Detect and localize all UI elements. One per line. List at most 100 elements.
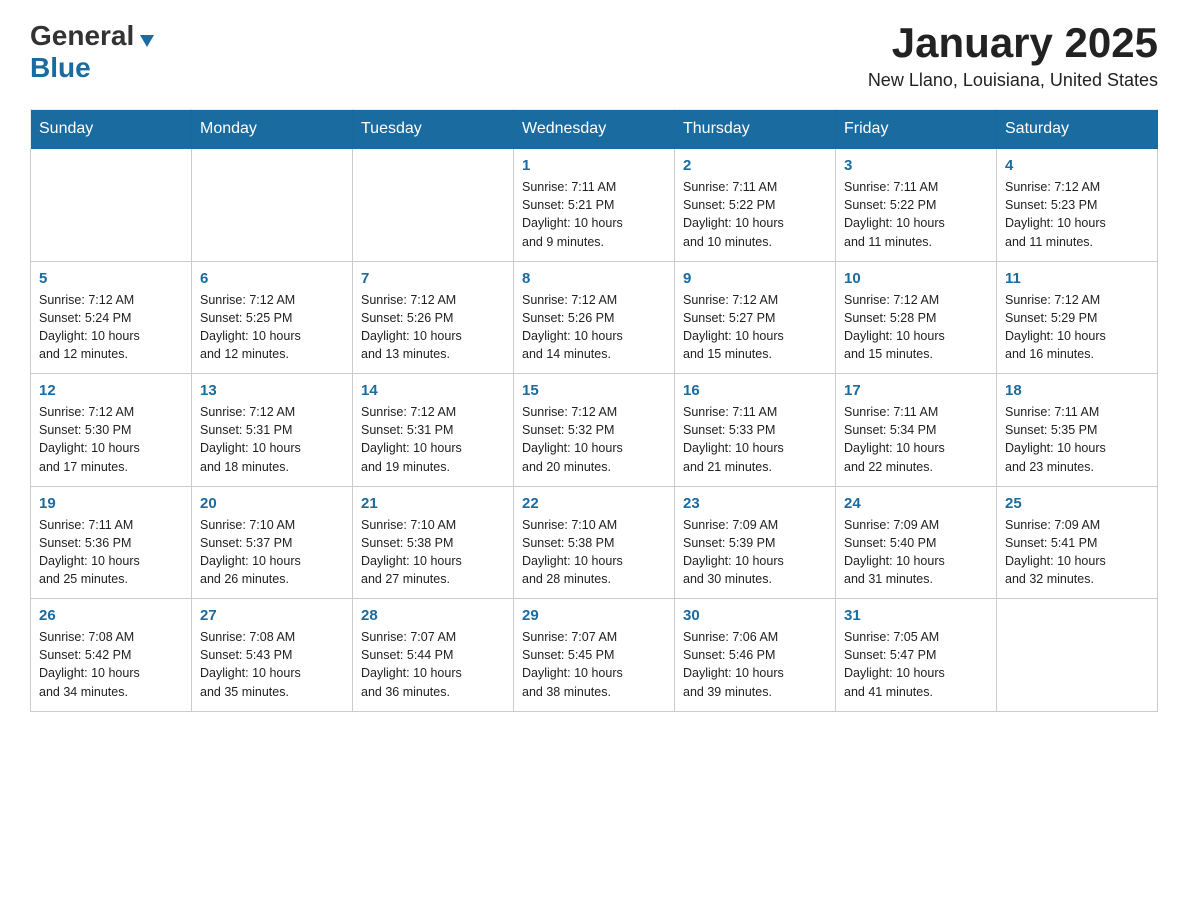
day-info: Sunrise: 7:08 AM Sunset: 5:42 PM Dayligh… bbox=[39, 628, 183, 701]
day-number: 26 bbox=[39, 607, 183, 624]
day-info: Sunrise: 7:06 AM Sunset: 5:46 PM Dayligh… bbox=[683, 628, 827, 701]
day-info: Sunrise: 7:12 AM Sunset: 5:30 PM Dayligh… bbox=[39, 403, 183, 476]
day-info: Sunrise: 7:10 AM Sunset: 5:38 PM Dayligh… bbox=[522, 516, 666, 589]
day-number: 20 bbox=[200, 495, 344, 512]
calendar-day-header-friday: Friday bbox=[836, 110, 997, 149]
page-header: General Blue January 2025 New Llano, Lou… bbox=[30, 20, 1158, 91]
day-number: 15 bbox=[522, 382, 666, 399]
day-number: 16 bbox=[683, 382, 827, 399]
calendar-cell: 6Sunrise: 7:12 AM Sunset: 5:25 PM Daylig… bbox=[192, 261, 353, 374]
day-number: 1 bbox=[522, 157, 666, 174]
day-number: 29 bbox=[522, 607, 666, 624]
day-number: 7 bbox=[361, 270, 505, 287]
calendar-cell: 7Sunrise: 7:12 AM Sunset: 5:26 PM Daylig… bbox=[353, 261, 514, 374]
day-number: 23 bbox=[683, 495, 827, 512]
day-info: Sunrise: 7:12 AM Sunset: 5:23 PM Dayligh… bbox=[1005, 178, 1149, 251]
day-info: Sunrise: 7:12 AM Sunset: 5:32 PM Dayligh… bbox=[522, 403, 666, 476]
calendar-cell: 23Sunrise: 7:09 AM Sunset: 5:39 PM Dayli… bbox=[675, 486, 836, 599]
calendar-cell: 31 Sunrise: 7:05 AM Sunset: 5:47 PM Dayli… bbox=[836, 599, 997, 712]
day-info: Sunrise: 7:11 AM Sunset: 5:33 PM Dayligh… bbox=[683, 403, 827, 476]
day-number: 14 bbox=[361, 382, 505, 399]
calendar-cell: 28 Sunrise: 7:07 AM Sunset: 5:44 PM Dayli… bbox=[353, 599, 514, 712]
day-info: Sunrise: 7:11 AM Sunset: 5:36 PM Dayligh… bbox=[39, 516, 183, 589]
calendar-cell: 11 Sunrise: 7:12 AM Sunset: 5:29 PM Dayli… bbox=[997, 261, 1158, 374]
day-number: 22 bbox=[522, 495, 666, 512]
day-info: Sunrise: 7:10 AM Sunset: 5:37 PM Dayligh… bbox=[200, 516, 344, 589]
calendar-cell: 21 Sunrise: 7:10 AM Sunset: 5:38 PM Dayli… bbox=[353, 486, 514, 599]
day-number: 21 bbox=[361, 495, 505, 512]
day-info: Sunrise: 7:11 AM Sunset: 5:21 PM Dayligh… bbox=[522, 178, 666, 251]
day-info: Sunrise: 7:11 AM Sunset: 5:22 PM Dayligh… bbox=[683, 178, 827, 251]
calendar-cell: 16 Sunrise: 7:11 AM Sunset: 5:33 PM Dayli… bbox=[675, 374, 836, 487]
calendar-week-row: 5 Sunrise: 7:12 AM Sunset: 5:24 PM Daylig… bbox=[31, 261, 1158, 374]
calendar-cell: 4 Sunrise: 7:12 AM Sunset: 5:23 PM Daylig… bbox=[997, 149, 1158, 262]
calendar-cell bbox=[353, 149, 514, 262]
calendar-cell: 19 Sunrise: 7:11 AM Sunset: 5:36 PM Dayli… bbox=[31, 486, 192, 599]
calendar-cell: 13Sunrise: 7:12 AM Sunset: 5:31 PM Dayli… bbox=[192, 374, 353, 487]
day-number: 3 bbox=[844, 157, 988, 174]
day-info: Sunrise: 7:11 AM Sunset: 5:35 PM Dayligh… bbox=[1005, 403, 1149, 476]
day-info: Sunrise: 7:12 AM Sunset: 5:29 PM Dayligh… bbox=[1005, 291, 1149, 364]
calendar-day-header-monday: Monday bbox=[192, 110, 353, 149]
day-info: Sunrise: 7:12 AM Sunset: 5:31 PM Dayligh… bbox=[200, 403, 344, 476]
calendar-day-header-saturday: Saturday bbox=[997, 110, 1158, 149]
calendar-week-row: 26 Sunrise: 7:08 AM Sunset: 5:42 PM Dayli… bbox=[31, 599, 1158, 712]
day-info: Sunrise: 7:07 AM Sunset: 5:44 PM Dayligh… bbox=[361, 628, 505, 701]
calendar-cell: 1 Sunrise: 7:11 AM Sunset: 5:21 PM Daylig… bbox=[514, 149, 675, 262]
calendar-cell: 22 Sunrise: 7:10 AM Sunset: 5:38 PM Dayli… bbox=[514, 486, 675, 599]
day-number: 27 bbox=[200, 607, 344, 624]
calendar-cell: 5 Sunrise: 7:12 AM Sunset: 5:24 PM Daylig… bbox=[31, 261, 192, 374]
day-number: 5 bbox=[39, 270, 183, 287]
day-number: 2 bbox=[683, 157, 827, 174]
day-info: Sunrise: 7:07 AM Sunset: 5:45 PM Dayligh… bbox=[522, 628, 666, 701]
calendar-day-header-sunday: Sunday bbox=[31, 110, 192, 149]
calendar-cell: 2 Sunrise: 7:11 AM Sunset: 5:22 PM Daylig… bbox=[675, 149, 836, 262]
calendar-cell: 27 Sunrise: 7:08 AM Sunset: 5:43 PM Dayli… bbox=[192, 599, 353, 712]
day-number: 11 bbox=[1005, 270, 1149, 287]
day-number: 4 bbox=[1005, 157, 1149, 174]
calendar-cell: 9Sunrise: 7:12 AM Sunset: 5:27 PM Daylig… bbox=[675, 261, 836, 374]
calendar-cell: 15 Sunrise: 7:12 AM Sunset: 5:32 PM Dayli… bbox=[514, 374, 675, 487]
day-number: 28 bbox=[361, 607, 505, 624]
day-info: Sunrise: 7:12 AM Sunset: 5:24 PM Dayligh… bbox=[39, 291, 183, 364]
calendar-week-row: 12 Sunrise: 7:12 AM Sunset: 5:30 PM Dayli… bbox=[31, 374, 1158, 487]
calendar-week-row: 1 Sunrise: 7:11 AM Sunset: 5:21 PM Daylig… bbox=[31, 149, 1158, 262]
calendar-cell: 14 Sunrise: 7:12 AM Sunset: 5:31 PM Dayli… bbox=[353, 374, 514, 487]
calendar-day-header-thursday: Thursday bbox=[675, 110, 836, 149]
logo: General Blue bbox=[30, 20, 156, 84]
day-number: 24 bbox=[844, 495, 988, 512]
calendar-cell: 26 Sunrise: 7:08 AM Sunset: 5:42 PM Dayli… bbox=[31, 599, 192, 712]
day-number: 31 bbox=[844, 607, 988, 624]
calendar-cell bbox=[31, 149, 192, 262]
logo-blue: Blue bbox=[30, 52, 91, 84]
day-info: Sunrise: 7:08 AM Sunset: 5:43 PM Dayligh… bbox=[200, 628, 344, 701]
day-number: 18 bbox=[1005, 382, 1149, 399]
month-title: January 2025 bbox=[868, 20, 1158, 66]
day-number: 19 bbox=[39, 495, 183, 512]
day-number: 9 bbox=[683, 270, 827, 287]
calendar-cell: 3Sunrise: 7:11 AM Sunset: 5:22 PM Daylig… bbox=[836, 149, 997, 262]
day-number: 10 bbox=[844, 270, 988, 287]
day-info: Sunrise: 7:05 AM Sunset: 5:47 PM Dayligh… bbox=[844, 628, 988, 701]
calendar-header-row: SundayMondayTuesdayWednesdayThursdayFrid… bbox=[31, 110, 1158, 149]
day-info: Sunrise: 7:12 AM Sunset: 5:26 PM Dayligh… bbox=[522, 291, 666, 364]
calendar-cell bbox=[997, 599, 1158, 712]
calendar-cell: 17Sunrise: 7:11 AM Sunset: 5:34 PM Dayli… bbox=[836, 374, 997, 487]
day-info: Sunrise: 7:10 AM Sunset: 5:38 PM Dayligh… bbox=[361, 516, 505, 589]
title-block: January 2025 New Llano, Louisiana, Unite… bbox=[868, 20, 1158, 91]
day-number: 8 bbox=[522, 270, 666, 287]
calendar-cell bbox=[192, 149, 353, 262]
day-info: Sunrise: 7:12 AM Sunset: 5:25 PM Dayligh… bbox=[200, 291, 344, 364]
day-number: 12 bbox=[39, 382, 183, 399]
calendar-cell: 24Sunrise: 7:09 AM Sunset: 5:40 PM Dayli… bbox=[836, 486, 997, 599]
calendar-cell: 12 Sunrise: 7:12 AM Sunset: 5:30 PM Dayli… bbox=[31, 374, 192, 487]
calendar-cell: 29 Sunrise: 7:07 AM Sunset: 5:45 PM Dayli… bbox=[514, 599, 675, 712]
calendar-week-row: 19 Sunrise: 7:11 AM Sunset: 5:36 PM Dayli… bbox=[31, 486, 1158, 599]
calendar-day-header-tuesday: Tuesday bbox=[353, 110, 514, 149]
day-info: Sunrise: 7:11 AM Sunset: 5:34 PM Dayligh… bbox=[844, 403, 988, 476]
logo-triangle-icon bbox=[136, 31, 156, 51]
day-info: Sunrise: 7:12 AM Sunset: 5:31 PM Dayligh… bbox=[361, 403, 505, 476]
day-info: Sunrise: 7:09 AM Sunset: 5:41 PM Dayligh… bbox=[1005, 516, 1149, 589]
calendar-table: SundayMondayTuesdayWednesdayThursdayFrid… bbox=[30, 109, 1158, 712]
logo-general: General bbox=[30, 20, 134, 52]
